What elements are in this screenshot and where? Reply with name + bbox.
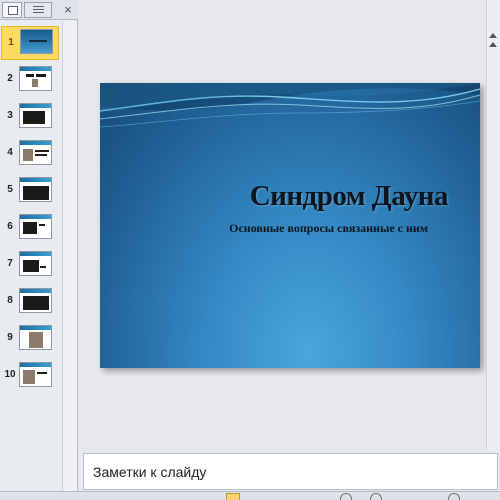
notes-placeholder: Заметки к слайду [93, 464, 207, 480]
slide-preview-image [32, 79, 38, 87]
panel-tabs: × [0, 0, 78, 20]
slide-preview-band [20, 67, 51, 71]
slide-preview-image [23, 370, 35, 384]
slide-preview-band [20, 141, 51, 145]
slide-number: 7 [7, 258, 13, 269]
slide-preview-text [23, 260, 39, 272]
status-bar [0, 491, 500, 500]
slide-preview [19, 214, 52, 239]
fit-to-window-icon[interactable] [448, 493, 460, 500]
slide-thumbnail-5[interactable]: 5 [0, 174, 62, 208]
tab-outline[interactable] [24, 2, 52, 18]
slide-preview [20, 29, 53, 54]
slide-preview-text [37, 372, 47, 374]
slide-preview-image [23, 149, 33, 161]
outline-icon [33, 6, 44, 15]
slide-preview [19, 66, 52, 91]
slides-panel: × 1 2 3 4 5 6 7 8 9 10 [0, 0, 78, 500]
slide-preview-band [20, 104, 51, 108]
slide-preview-text [23, 111, 45, 124]
slide-title[interactable]: Синдром Дауна [250, 180, 449, 213]
slide-thumbnail-4[interactable]: 4 [0, 137, 62, 171]
notes-pane[interactable]: Заметки к слайду [83, 453, 498, 490]
slide-preview-text [39, 224, 45, 226]
slide-canvas-area: Синдром Дауна Основные вопросы связанные… [79, 0, 500, 450]
slide-preview [19, 140, 52, 165]
slide-preview [19, 251, 52, 276]
presentation-editor: × 1 2 3 4 5 6 7 8 9 10 Синдром Дауна Основные воп… [0, 0, 500, 500]
slide-thumbnail-6[interactable]: 6 [0, 211, 62, 245]
slide-preview-text [35, 150, 49, 152]
slide-preview [19, 288, 52, 313]
slide-number: 8 [7, 295, 13, 306]
slide-number: 9 [7, 332, 13, 343]
close-icon[interactable]: × [61, 2, 75, 18]
zoom-out-icon[interactable] [340, 493, 352, 500]
zoom-slider[interactable] [370, 493, 382, 500]
slide-canvas[interactable]: Синдром Дауна Основные вопросы связанные… [100, 83, 480, 368]
slide-thumbnail-3[interactable]: 3 [0, 100, 62, 134]
slide-preview-image [29, 332, 43, 348]
slide-preview [19, 103, 52, 128]
slides-panel-scrollbar[interactable] [62, 21, 77, 491]
slide-preview-band [20, 252, 51, 256]
slide-preview-band [20, 178, 51, 182]
slide-preview [19, 362, 52, 387]
slide-thumbnail-7[interactable]: 7 [0, 248, 62, 282]
vertical-scrollbar[interactable] [486, 0, 500, 450]
slide-thumbnail-1[interactable]: 1 [1, 26, 59, 60]
slide-preview-band [20, 215, 51, 219]
scroll-up-icon[interactable] [489, 33, 497, 38]
slide-preview-text [36, 74, 46, 77]
slide-preview [19, 177, 52, 202]
tab-slides[interactable] [2, 2, 22, 18]
slide-preview-band [20, 289, 51, 293]
scroll-up-icon[interactable] [489, 42, 497, 47]
slide-preview-band [20, 363, 51, 367]
slide-number: 5 [7, 184, 13, 195]
slide-subtitle[interactable]: Основные вопросы связанные с ним [229, 221, 428, 236]
slide-preview-text [40, 266, 46, 268]
normal-view-icon[interactable] [226, 493, 240, 500]
slide-preview-band [20, 326, 51, 330]
slide-number: 4 [7, 147, 13, 158]
slide-preview-text [23, 222, 37, 234]
slide-number: 10 [4, 369, 16, 380]
slide-preview-text [23, 296, 49, 310]
slide-thumbnail-2[interactable]: 2 [0, 63, 62, 97]
slide-thumbnail-10[interactable]: 10 [0, 359, 62, 393]
slide-thumbnail-8[interactable]: 8 [0, 285, 62, 319]
slide-preview-text [26, 74, 34, 77]
slide-number: 1 [8, 37, 14, 48]
slide-preview [19, 325, 52, 350]
slide-number: 2 [7, 73, 13, 84]
slide-preview-text [35, 154, 47, 156]
slide-thumbnail-9[interactable]: 9 [0, 322, 62, 356]
slide-preview-text [23, 186, 49, 200]
slide-number: 6 [7, 221, 13, 232]
slide-number: 3 [7, 110, 13, 121]
